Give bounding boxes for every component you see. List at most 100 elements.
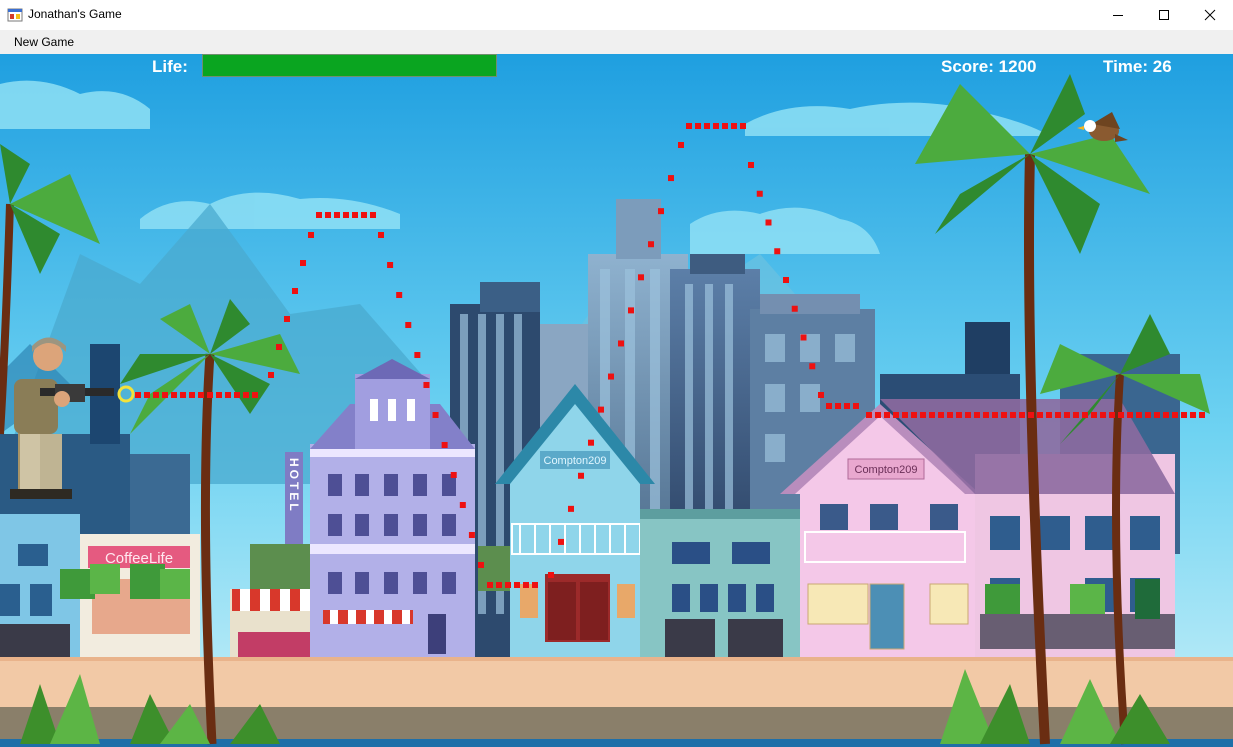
projectile [783,277,789,283]
projectile [628,307,634,314]
projectile [496,582,502,588]
projectile [478,562,484,568]
projectile [1055,412,1061,418]
projectile [884,412,890,418]
projectile [198,392,204,398]
projectile [325,212,331,218]
projectile [1199,412,1205,418]
projectile [135,392,141,398]
projectile [1127,412,1133,418]
minimize-button[interactable] [1095,0,1141,30]
projectile [835,403,841,409]
score-display: Score: 1200 [941,57,1036,77]
projectile [1172,412,1178,418]
life-label: Life: [152,57,188,76]
projectile [387,262,394,268]
projectile [523,582,529,588]
projectile [459,502,466,508]
projectile [334,212,340,218]
projectile [920,412,926,418]
projectile [678,142,684,148]
projectile [598,406,604,413]
projectile [722,123,728,129]
projectile [929,412,935,418]
projectile [1154,412,1160,418]
projectile [423,382,430,388]
projectile [292,288,298,294]
window-title: Jonathan's Game [28,7,122,21]
projectile [826,403,832,409]
projectile [791,305,798,312]
projectile [800,334,807,341]
projectile [1073,412,1079,418]
projectile [171,392,177,398]
projectile [1091,412,1097,418]
close-icon [1204,9,1216,21]
projectile [956,412,962,418]
menu-bar: New Game [0,30,1233,54]
projectile [252,392,258,398]
projectile [893,412,899,418]
projectile [1064,412,1070,418]
life-bar-fill [203,55,496,76]
projectile [532,582,538,588]
projectile [618,340,624,347]
projectile [514,582,520,588]
projectile [588,439,594,446]
projectile [853,403,859,409]
projectile [352,212,358,218]
projectile [938,412,944,418]
projectile [774,248,781,255]
projectile [1118,412,1124,418]
score-label: Score: [941,57,994,76]
projectile [748,162,754,168]
minimize-icon [1113,15,1123,16]
projectile [505,582,511,588]
maximize-button[interactable] [1141,0,1187,30]
menu-item-new-game[interactable]: New Game [7,32,81,52]
projectile [414,352,421,358]
projectile [844,403,850,409]
projectile [965,412,971,418]
projectile [180,392,186,398]
projectile [1145,412,1151,418]
projectile [1010,412,1016,418]
pink-house-sign: Compton209 [855,464,918,476]
projectile [405,322,412,328]
projectile [316,212,322,218]
projectile [875,412,881,418]
projectile [947,412,953,418]
blue-house-sign: Compton209 [544,455,607,467]
time-label: Time: [1103,57,1149,76]
projectile [818,392,824,398]
title-bar: Jonathan's Game [0,0,1233,30]
projectile [189,392,195,398]
close-button[interactable] [1187,0,1233,30]
projectile [370,212,376,218]
projectile [809,363,816,370]
projectile [1190,412,1196,418]
projectile [268,372,274,378]
projectile [361,212,367,218]
projectile [1046,412,1052,418]
projectile [974,412,980,418]
score-value: 1200 [998,57,1037,76]
projectile [1136,412,1142,418]
hotel-sign: HOTEL [287,458,301,514]
projectile [343,212,349,218]
game-scene: CoffeeLife HOTEL Compton209 Compton209 [0,54,1233,747]
projectile [276,344,282,350]
projectile [713,123,719,129]
projectile [686,123,692,129]
projectile [638,274,644,281]
projectile [731,123,737,129]
projectile [1001,412,1007,418]
projectile [1163,412,1169,418]
sidewalk [0,657,1233,707]
projectile [658,208,664,215]
game-canvas[interactable]: CoffeeLife HOTEL Compton209 Compton209 L… [0,54,1233,747]
maximize-icon [1159,10,1169,20]
projectile [668,175,674,182]
projectile [1082,412,1088,418]
projectile [432,412,439,418]
